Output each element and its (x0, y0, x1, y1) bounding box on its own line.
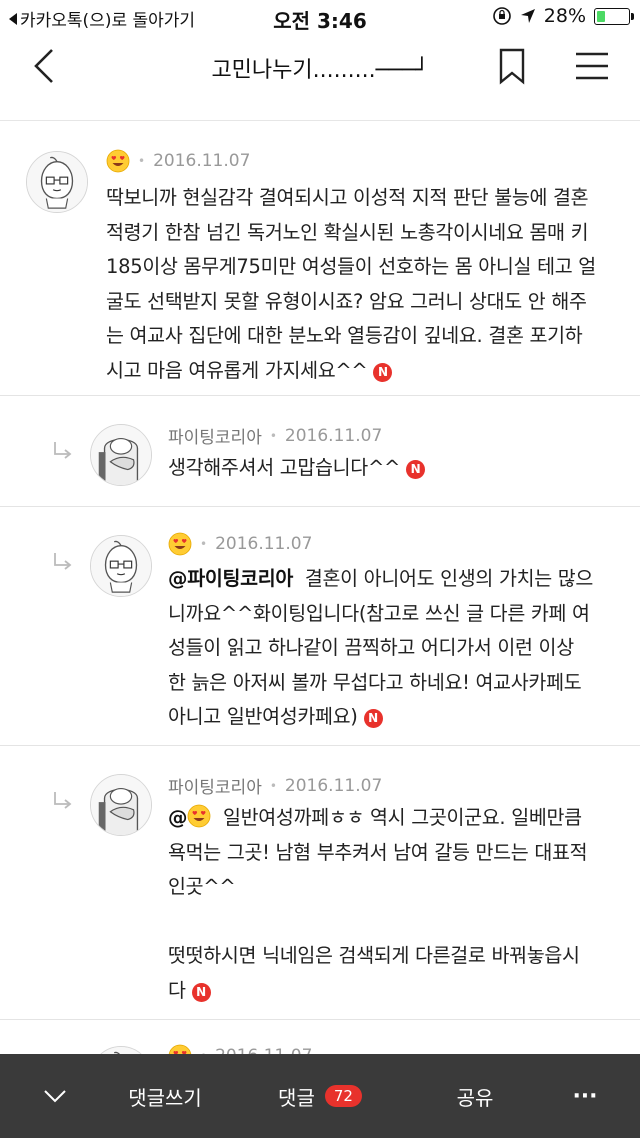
comment-meta: • 2016.11.07 (168, 532, 312, 556)
comment-date: 2016.11.07 (215, 534, 313, 554)
comment-meta: • 2016.11.07 (106, 149, 250, 173)
nav-bar: 고민나누기.........───┘ (0, 34, 640, 100)
comments-count-badge: 72 (324, 1085, 362, 1107)
location-arrow-icon (520, 9, 535, 23)
orientation-lock-icon (492, 7, 511, 25)
mention-link[interactable]: @ (168, 806, 211, 829)
reply-arrow-icon (52, 790, 74, 812)
chevron-down-icon (44, 1090, 66, 1103)
avatar[interactable] (90, 535, 152, 597)
comment-meta: 파이팅코리아 • 2016.11.07 (168, 773, 383, 799)
comment-text: 생각해주셔서 고맙습니다^^ N (168, 451, 618, 486)
new-badge: N (363, 709, 383, 728)
new-badge: N (405, 460, 425, 479)
comment-date: 2016.11.07 (284, 775, 383, 796)
reply-item: 파이팅코리아 • 2016.11.07 생각해주셔서 고맙습니다^^ N (0, 396, 640, 507)
reply-arrow-icon (52, 440, 74, 462)
status-bar: 카카오톡(으)로 돌아가기 오전 3:46 28% (0, 0, 640, 34)
reply-arrow-icon (52, 551, 74, 573)
new-badge: N (373, 362, 393, 382)
comment-date: 2016.11.07 (153, 151, 251, 171)
avatar[interactable] (26, 151, 88, 213)
collapse-button[interactable] (20, 1054, 90, 1138)
comment-text: @파이팅코리아 결혼이 아니어도 인생의 가치는 많으 니까요^^화이팅입니다(… (168, 567, 594, 728)
heart-eyes-emoji-icon (106, 149, 130, 173)
avatar[interactable] (90, 774, 152, 836)
bookmark-icon[interactable] (496, 46, 528, 86)
comment-item: • 2016.11.07 딱보니까 현실감각 결여되시고 이성적 지적 판단 불… (0, 121, 640, 396)
heart-eyes-emoji-icon (187, 804, 211, 828)
comments-label: 댓글 (278, 1085, 315, 1110)
avatar[interactable] (90, 424, 152, 486)
comment-date: 2016.11.07 (284, 425, 383, 446)
mention-link[interactable]: @파이팅코리아 (168, 567, 293, 590)
comment-author[interactable]: 파이팅코리아 (168, 773, 262, 798)
comment-author[interactable]: 파이팅코리아 (168, 423, 262, 448)
menu-icon[interactable] (574, 46, 610, 86)
share-button[interactable]: 공유 (420, 1054, 530, 1138)
comment-meta: 파이팅코리아 • 2016.11.07 (168, 423, 383, 449)
bottom-toolbar: 댓글쓰기 댓글 72 공유 ··· (0, 1054, 640, 1138)
reply-item: 파이팅코리아 • 2016.11.07 @ 일반여성까페ㅎㅎ 역시 그곳이군요.… (0, 746, 640, 1020)
comment-text: @ 일반여성까페ㅎㅎ 역시 그곳이군요. 일베만큼 욕먹는 그곳! 남혐 부추켜… (168, 806, 588, 1002)
more-button[interactable]: ··· (550, 1054, 620, 1138)
battery-icon (594, 7, 634, 25)
new-badge: N (191, 982, 211, 1002)
comment-text: 딱보니까 현실감각 결여되시고 이성적 지적 판단 불능에 결혼 적령기 한참 … (106, 186, 596, 382)
reply-item: • 2016.11.07 @파이팅코리아 결혼이 아니어도 인생의 가치는 많으… (0, 507, 640, 746)
battery-percent: 28% (543, 5, 586, 27)
write-comment-button[interactable]: 댓글쓰기 (100, 1054, 230, 1138)
page-title: 고민나누기.........───┘ (211, 58, 429, 83)
heart-eyes-emoji-icon (168, 532, 192, 556)
comments-button[interactable]: 댓글 72 (250, 1054, 390, 1138)
